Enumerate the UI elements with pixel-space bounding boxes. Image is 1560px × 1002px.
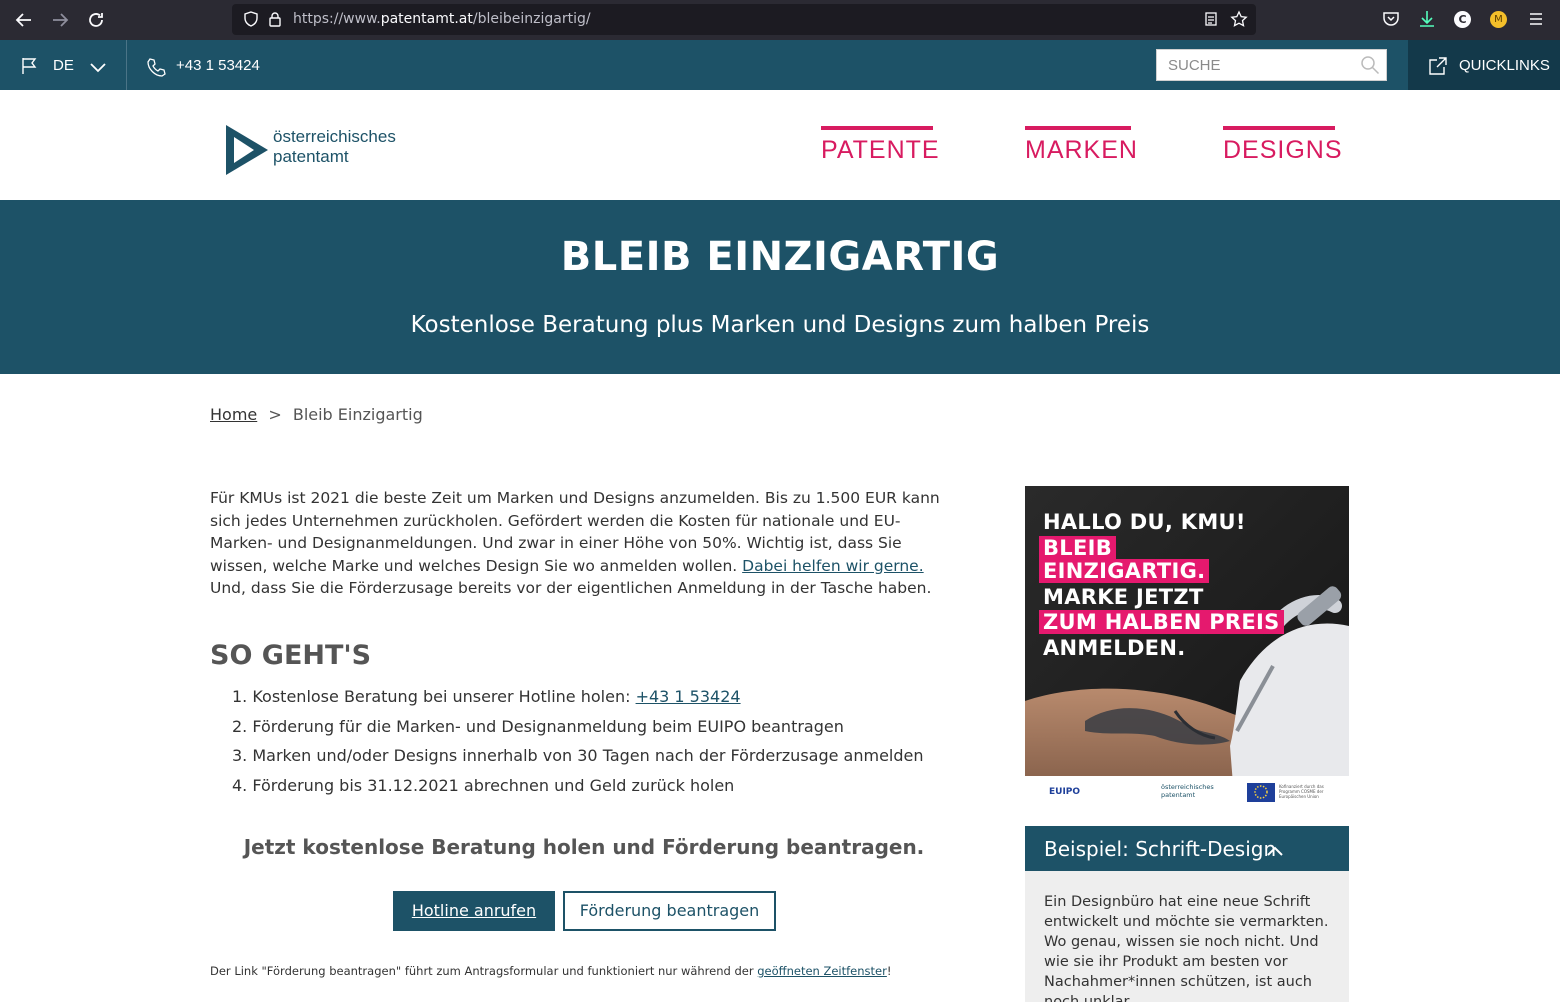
- browser-toolbar: https://www.patentamt.at/bleibeinzigarti…: [0, 0, 1560, 40]
- intro-text-end: Und, dass Sie die Förderzusage bereits v…: [210, 579, 932, 597]
- nav-marken[interactable]: MARKEN: [1025, 126, 1137, 164]
- list-item: 4. Förderung bis 31.12.2021 abrechnen un…: [232, 775, 735, 795]
- extension-c-icon[interactable]: C: [1454, 11, 1471, 28]
- logo-text: österreichisches patentamt: [273, 127, 396, 166]
- chevron-down-icon: [90, 59, 106, 78]
- bookmark-star-icon[interactable]: [1230, 10, 1248, 28]
- cta-heading: Jetzt kostenlose Beratung holen und Förd…: [243, 835, 925, 859]
- reader-view-icon[interactable]: [1202, 10, 1220, 28]
- breadcrumb-home-link[interactable]: Home: [210, 405, 257, 424]
- footnote-text: Der Link "Förderung beantragen" führt zu…: [210, 964, 758, 978]
- external-link-icon: [1428, 56, 1448, 80]
- chevron-up-icon: [1267, 842, 1283, 856]
- utility-bar: DE +43 1 53424 QUICKLINKS: [0, 40, 1560, 90]
- hero-title: BLEIB EINZIGARTIG: [560, 234, 1000, 280]
- steps-list: 1. Kostenlose Beratung bei unserer Hotli…: [232, 686, 952, 804]
- reload-icon[interactable]: [84, 8, 108, 32]
- hero-subtitle: Kostenlose Beratung plus Marken und Desi…: [410, 312, 1150, 338]
- accordion-title: Beispiel: Schrift-Design: [1044, 837, 1277, 861]
- promo-line-2: BLEIB: [1039, 536, 1117, 560]
- footnote: Der Link "Förderung beantragen" führt zu…: [210, 964, 891, 978]
- list-item: 1. Kostenlose Beratung bei unserer Hotli…: [232, 687, 741, 706]
- time-window-link[interactable]: geöffneten Zeitfenster: [757, 964, 887, 978]
- logo[interactable]: österreichisches patentamt: [224, 123, 424, 177]
- footnote-end: !: [886, 964, 892, 978]
- address-bar[interactable]: https://www.patentamt.at/bleibeinzigarti…: [232, 4, 1256, 35]
- site-header: österreichisches patentamt PATENTE MARKE…: [0, 90, 1560, 200]
- promo-line-3: EINZIGARTIG.: [1039, 559, 1210, 583]
- patentamt-small-logo: österreichisches patentamt: [1161, 783, 1214, 799]
- promo-line-5: ZUM HALBEN PREIS: [1039, 610, 1284, 634]
- promo-footer: EUIPO österreichisches patentamt Kofinan…: [1025, 776, 1349, 810]
- quicklinks-label: QUICKLINKS: [1459, 57, 1550, 74]
- steps-heading: SO GEHT'S: [210, 640, 372, 671]
- download-icon[interactable]: [1417, 9, 1437, 29]
- intro-paragraph: Für KMUs ist 2021 die beste Zeit um Mark…: [210, 487, 950, 600]
- language-label: DE: [53, 57, 74, 74]
- back-arrow-icon[interactable]: [12, 8, 36, 32]
- hamburger-menu-icon[interactable]: [1526, 9, 1546, 29]
- promo-image: HALLO DU, KMU! BLEIB EINZIGARTIG. MARKE …: [1025, 486, 1349, 810]
- language-selector[interactable]: DE: [0, 40, 127, 90]
- accordion-text: Ein Designbüro hat eine neue Schrift ent…: [1044, 894, 1329, 1002]
- promo-line-6: ANMELDEN.: [1043, 636, 1186, 660]
- list-item: 3. Marken und/oder Designs innerhalb von…: [232, 746, 924, 765]
- list-item: 2. Förderung für die Marken- und Designa…: [232, 716, 844, 736]
- search-box: [1156, 49, 1387, 81]
- accordion-header[interactable]: Beispiel: Schrift-Design: [1025, 826, 1349, 871]
- shield-icon[interactable]: [242, 10, 260, 28]
- search-icon[interactable]: [1360, 55, 1380, 79]
- nav-patente[interactable]: PATENTE: [821, 126, 939, 164]
- flag-icon: [20, 56, 40, 80]
- pocket-icon[interactable]: [1381, 9, 1401, 29]
- phone-number: +43 1 53424: [176, 57, 260, 74]
- euipo-logo: EUIPO: [1049, 787, 1081, 797]
- help-link[interactable]: Dabei helfen wir gerne.: [742, 557, 924, 575]
- logo-mark-icon: [226, 125, 268, 175]
- phone-icon: [146, 56, 168, 82]
- apply-funding-button[interactable]: Förderung beantragen: [563, 891, 776, 931]
- search-input[interactable]: [1157, 50, 1352, 80]
- forward-arrow-icon[interactable]: [48, 8, 72, 32]
- breadcrumb: Home > Bleib Einzigartig: [210, 405, 423, 424]
- lock-icon[interactable]: [266, 10, 284, 28]
- eu-funding-note: Kofinanziert durch das Programm COSME de…: [1279, 784, 1324, 799]
- promo-line-1: HALLO DU, KMU!: [1043, 510, 1246, 534]
- hero-banner: BLEIB EINZIGARTIG Kostenlose Beratung pl…: [0, 200, 1560, 374]
- quicklinks-button[interactable]: QUICKLINKS: [1408, 40, 1560, 90]
- profile-avatar[interactable]: M: [1490, 11, 1507, 28]
- accordion-body: Ein Designbüro hat eine neue Schrift ent…: [1025, 871, 1349, 1002]
- nav-designs[interactable]: DESIGNS: [1223, 126, 1342, 164]
- breadcrumb-separator: >: [268, 405, 282, 424]
- url-text[interactable]: https://www.patentamt.at/bleibeinzigarti…: [293, 11, 591, 27]
- breadcrumb-current: Bleib Einzigartig: [292, 405, 423, 424]
- promo-line-4: MARKE JETZT: [1043, 585, 1204, 609]
- hotline-link[interactable]: +43 1 53424: [636, 687, 741, 706]
- hotline-button[interactable]: Hotline anrufen: [393, 891, 555, 931]
